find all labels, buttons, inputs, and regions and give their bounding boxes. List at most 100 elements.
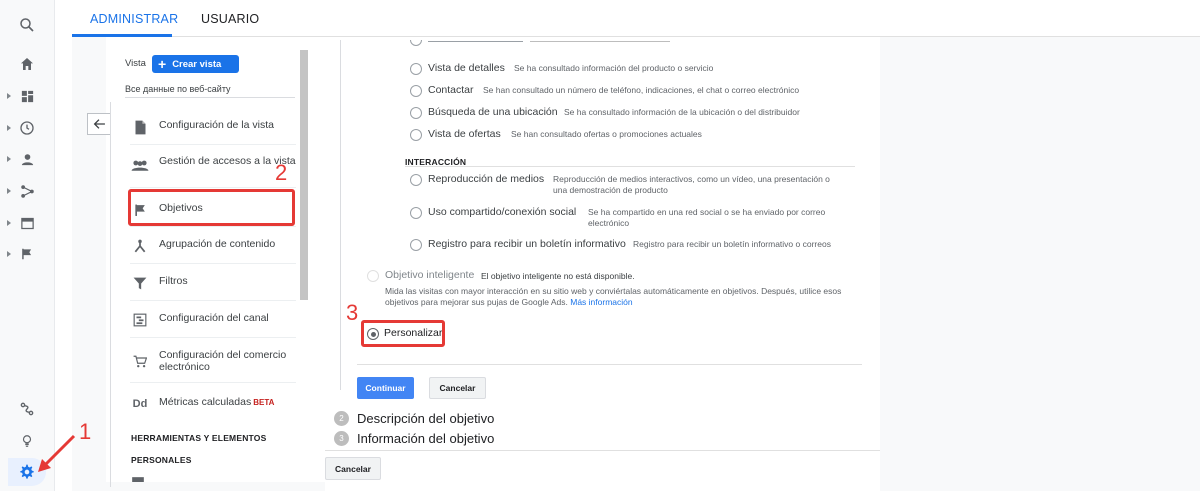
customization-icon[interactable] <box>16 85 38 107</box>
divider <box>405 166 855 167</box>
create-view-button[interactable]: + Crear vista <box>152 55 239 73</box>
partial-menu-icon <box>131 476 145 482</box>
divider <box>130 226 296 227</box>
create-view-label: Crear vista <box>172 58 222 70</box>
people-icon <box>131 158 149 174</box>
annotation-2: 2 <box>275 160 288 185</box>
plus-icon: + <box>158 56 167 72</box>
option-desc: Se han consultado ofertas o promociones … <box>511 129 702 139</box>
learn-more-link[interactable]: Más información <box>570 297 632 307</box>
option-title: Reproducción de medios <box>428 173 545 185</box>
smart-goal-note: El objetivo inteligente no está disponib… <box>481 271 635 281</box>
divider <box>110 102 111 487</box>
option-desc: Registro para recibir un boletín informa… <box>633 239 831 249</box>
acquisition-icon[interactable] <box>16 180 38 202</box>
smart-goal-title: Objetivo inteligente <box>385 269 475 281</box>
smart-goal-radio <box>367 270 379 282</box>
option-desc: Se han consultado un número de teléfono,… <box>483 85 800 95</box>
filter-icon <box>131 275 149 291</box>
radio-button[interactable] <box>410 207 422 219</box>
expand-caret-icon[interactable] <box>7 93 11 99</box>
step-number: 2 <box>334 411 349 426</box>
cart-icon <box>131 353 149 369</box>
menu-item-label: Filtros <box>159 275 188 287</box>
cut-off-text <box>428 41 523 42</box>
behavior-icon[interactable] <box>16 212 38 234</box>
radio-button <box>410 40 422 46</box>
bottom-cancel-button[interactable]: Cancelar <box>325 457 381 480</box>
document-icon <box>131 119 149 135</box>
expand-caret-icon[interactable] <box>7 188 11 194</box>
search-icon[interactable] <box>16 14 38 36</box>
option-title: Búsqueda de una ubicación <box>428 106 558 118</box>
person-icon[interactable] <box>16 148 38 170</box>
view-name[interactable]: Все данные по веб-сайту <box>125 84 231 94</box>
divider <box>130 144 296 145</box>
divider <box>130 337 296 338</box>
cut-off-option <box>410 40 670 48</box>
right-gutter <box>880 37 1200 491</box>
radio-button[interactable] <box>410 85 422 97</box>
home-icon[interactable] <box>16 53 38 75</box>
continue-button[interactable]: Continuar <box>357 377 414 399</box>
lightbulb-icon[interactable] <box>16 430 38 452</box>
divider <box>325 450 880 451</box>
beta-badge: BETA <box>253 398 275 407</box>
clock-icon[interactable] <box>16 117 38 139</box>
back-arrow-icon <box>93 119 105 129</box>
option-title: Contactar <box>428 84 474 96</box>
expand-caret-icon[interactable] <box>7 220 11 226</box>
option-desc: Se ha consultado información del product… <box>514 63 714 73</box>
radio-button[interactable] <box>410 174 422 186</box>
section-personal-heading: PERSONALES <box>131 455 192 465</box>
radio-button[interactable] <box>410 239 422 251</box>
section-tools-heading: HERRAMIENTAS Y ELEMENTOS <box>131 433 267 443</box>
step-title[interactable]: Descripción del objetivo <box>357 411 494 426</box>
annotation-1: 1 <box>79 419 92 444</box>
view-label: Vista <box>125 58 146 69</box>
radio-button[interactable] <box>410 63 422 75</box>
divider <box>130 187 296 188</box>
divider <box>130 300 296 301</box>
expand-caret-icon[interactable] <box>7 125 11 131</box>
divider <box>357 364 862 365</box>
attribution-icon[interactable] <box>16 398 38 420</box>
option-title: Vista de detalles <box>428 62 505 74</box>
back-arrow-button[interactable] <box>87 113 111 135</box>
dd-icon: Dd <box>132 398 148 410</box>
menu-item-label: Configuración del comercio electrónico <box>159 349 287 373</box>
admin-tabs-bar: ADMINISTRAR USUARIO <box>72 0 1200 37</box>
channel-icon <box>131 312 149 328</box>
tab-administrar[interactable]: ADMINISTRAR <box>90 12 178 26</box>
menu-item-label-wrap: Métricas calculadas BETA <box>159 396 299 409</box>
menu-item-label: Agrupación de contenido <box>159 238 276 250</box>
radio-button[interactable] <box>410 107 422 119</box>
step-number: 3 <box>334 431 349 446</box>
highlight-goals-box <box>128 189 295 226</box>
expand-caret-icon[interactable] <box>7 156 11 162</box>
radio-button[interactable] <box>410 129 422 141</box>
smart-goal-description: Mida las visitas con mayor interacción e… <box>385 286 860 308</box>
menu-item-label: Configuración del canal <box>159 312 269 324</box>
tab-usuario[interactable]: USUARIO <box>201 12 259 26</box>
divider <box>130 263 296 264</box>
conversions-flag-icon[interactable] <box>16 243 38 265</box>
divider <box>130 382 296 383</box>
option-desc: Reproducción de medios interactivos, com… <box>553 174 830 195</box>
menu-scrollbar[interactable] <box>300 50 308 300</box>
option-desc: Se ha consultado información de la ubica… <box>564 107 800 117</box>
option-desc: Se ha compartido en una red social o se … <box>588 207 826 228</box>
option-title: Vista de ofertas <box>428 128 501 140</box>
menu-item-label: Configuración de la vista <box>159 119 274 131</box>
gear-icon[interactable] <box>16 461 38 483</box>
highlight-custom-box <box>361 320 445 347</box>
option-title: Uso compartido/conexión social <box>428 206 577 218</box>
left-nav-rail <box>0 0 55 491</box>
step-vertical-line <box>340 40 341 390</box>
option-title: Registro para recibir un boletín informa… <box>428 238 626 250</box>
cancel-button[interactable]: Cancelar <box>429 377 486 399</box>
expand-caret-icon[interactable] <box>7 251 11 257</box>
cut-off-text <box>530 41 670 42</box>
step-title[interactable]: Información del objetivo <box>357 431 494 446</box>
menu-item-label: Métricas calculadas <box>159 396 252 408</box>
